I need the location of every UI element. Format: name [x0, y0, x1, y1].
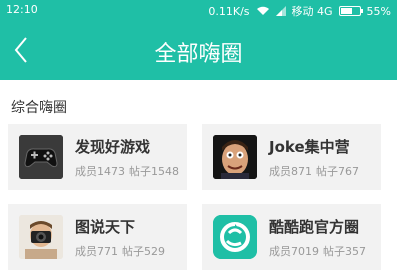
signal-icon	[275, 6, 286, 16]
photographer-avatar	[19, 215, 63, 259]
gamepad-icon	[19, 135, 63, 179]
group-name: Joke集中营	[269, 138, 350, 156]
group-name: 酷酷跑官方圈	[269, 218, 360, 236]
section-title: 综合嗨圈	[11, 100, 67, 116]
group-card-joke-camp[interactable]: Joke集中营 成员871 帖子767	[202, 124, 381, 190]
app-header: 全部嗨圈	[0, 20, 397, 80]
carrier-label: 移动 4G	[291, 5, 333, 18]
status-time: 12:10	[6, 3, 38, 16]
group-card-kukupao-official[interactable]: 酷酷跑官方圈 成员7019 帖子357	[202, 204, 381, 270]
group-stats: 成员871 帖子767	[269, 163, 359, 179]
post-count: 帖子357	[323, 245, 366, 258]
wifi-icon	[256, 6, 269, 15]
member-count: 成员7019	[269, 245, 319, 258]
battery-icon	[338, 6, 363, 16]
battery-percent: 55%	[366, 4, 391, 18]
member-count: 成员1473	[75, 165, 125, 178]
page-title: 全部嗨圈	[154, 42, 243, 67]
funny-face-avatar	[213, 135, 257, 179]
group-name: 图说天下	[75, 218, 136, 236]
status-indicators: 0.11K/s 移动 4G 55%	[208, 3, 391, 19]
group-card-picture-world[interactable]: 图说天下 成员771 帖子529	[8, 204, 187, 270]
post-count: 帖子529	[122, 245, 165, 258]
post-count: 帖子767	[316, 165, 359, 178]
group-stats: 成员1473 帖子1548	[75, 163, 179, 179]
group-card-discover-games[interactable]: 发现好游戏 成员1473 帖子1548	[8, 124, 187, 190]
kukupao-logo	[213, 215, 257, 259]
post-count: 帖子1548	[129, 165, 179, 178]
group-name: 发现好游戏	[75, 138, 151, 156]
member-count: 成员871	[269, 165, 312, 178]
network-speed: 0.11K/s	[208, 4, 250, 18]
status-bar: 12:10 0.11K/s 移动 4G 55%	[0, 0, 397, 20]
group-stats: 成员7019 帖子357	[269, 243, 366, 259]
group-stats: 成员771 帖子529	[75, 243, 165, 259]
member-count: 成员771	[75, 245, 118, 258]
